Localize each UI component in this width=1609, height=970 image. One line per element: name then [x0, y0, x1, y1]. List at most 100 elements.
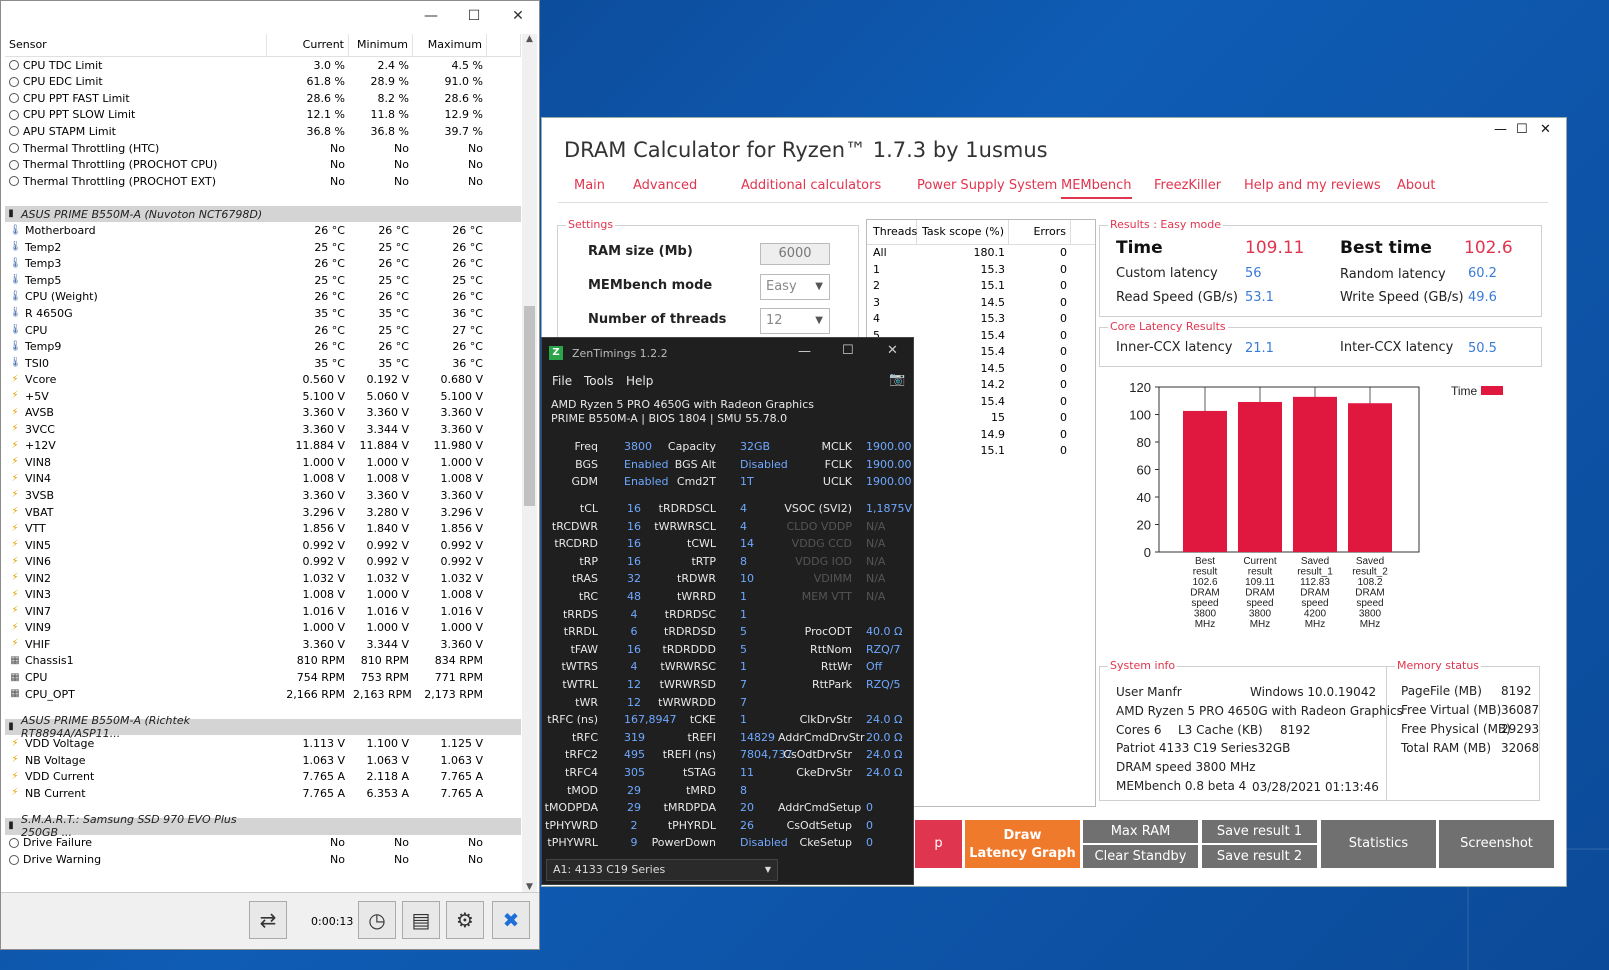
sensor-row[interactable]: ▦ CPU_OPT 2,166 RPM 2,163 RPM 2,173 RPM [5, 686, 521, 703]
sensor-row[interactable]: ⚡ VDD Voltage 1.113 V 1.100 V 1.125 V [5, 735, 521, 752]
sensor-row[interactable]: ⚡ AVSB 3.360 V 3.360 V 3.360 V [5, 404, 521, 421]
close-icon[interactable]: ✕ [887, 343, 898, 358]
scroll-down-icon[interactable]: ▼ [522, 882, 537, 892]
sensor-row[interactable]: ⚡ VIN6 0.992 V 0.992 V 0.992 V [5, 553, 521, 570]
ram-size-field[interactable]: 6000 [760, 243, 830, 265]
sensor-row[interactable]: ⚡ VDD Current 7.765 A 2.118 A 7.765 A [5, 769, 521, 786]
sensor-row[interactable]: APU STAPM Limit 36.8 % 36.8 % 39.7 % [5, 123, 521, 140]
sensor-row[interactable]: 🌡 Temp9 26 °C 26 °C 26 °C [5, 338, 521, 355]
results-label: Results : Easy mode [1108, 218, 1224, 231]
clear-standby-button[interactable]: Clear Standby [1083, 845, 1198, 868]
tab-membench[interactable]: MEMbench [1061, 178, 1132, 199]
sensor-row[interactable]: 🌡 R 4650G 35 °C 35 °C 36 °C [5, 305, 521, 322]
sensor-row[interactable]: Drive Failure No No No [5, 835, 521, 852]
error-count: 0 [1060, 328, 1067, 342]
save-result-2-button[interactable]: Save result 2 [1202, 845, 1317, 868]
maximize-icon[interactable]: ☐ [842, 343, 854, 358]
sensor-row[interactable]: Thermal Throttling (PROCHOT EXT) No No No [5, 173, 521, 190]
scrollbar-thumb[interactable] [524, 306, 535, 506]
scroll-up-icon[interactable]: ▲ [522, 34, 537, 44]
y-tick-label: 100 [1129, 408, 1151, 423]
sensor-row[interactable]: ⚡ VIN8 1.000 V 1.000 V 1.000 V [5, 454, 521, 471]
clock-reset-icon[interactable]: ◷ [358, 901, 396, 939]
tab-help-reviews[interactable]: Help and my reviews [1244, 178, 1381, 193]
sensor-row[interactable]: Drive Warning No No No [5, 851, 521, 868]
save-result-1-button[interactable]: Save result 1 [1202, 820, 1317, 843]
settings-gear-icon[interactable]: ⚙ [446, 901, 484, 939]
tab-main[interactable]: Main [574, 178, 605, 193]
sensor-group-header[interactable]: ▮ S.M.A.R.T.: Samsung SSD 970 EVO Plus 25… [5, 813, 521, 839]
maximize-icon[interactable]: ☐ [459, 5, 489, 27]
close-sensors-icon[interactable]: ✖ [492, 901, 530, 939]
sensor-row[interactable]: ⚡ VTT 1.856 V 1.840 V 1.856 V [5, 520, 521, 537]
minimize-icon[interactable]: — [798, 344, 811, 359]
max-ram-button[interactable]: Max RAM [1083, 820, 1198, 843]
sensor-row[interactable]: 🌡 Temp3 26 °C 26 °C 26 °C [5, 256, 521, 273]
sensor-row[interactable]: ⚡ VIN4 1.008 V 1.008 V 1.008 V [5, 471, 521, 488]
tab-additional-calculators[interactable]: Additional calculators [741, 178, 881, 193]
sensor-row[interactable]: ⚡ +5V 5.100 V 5.060 V 5.100 V [5, 388, 521, 405]
sensor-group-header[interactable]: ▮ ASUS PRIME B550M-A (Richtek RT8894A/ASP… [5, 714, 521, 740]
sensor-row[interactable]: ⚡ VHIF 3.360 V 3.344 V 3.360 V [5, 636, 521, 653]
sensor-row[interactable]: ⚡ 3VSB 3.360 V 3.360 V 3.360 V [5, 487, 521, 504]
close-icon[interactable]: ✕ [1540, 122, 1551, 137]
sensor-row[interactable]: CPU TDC Limit 3.0 % 2.4 % 4.5 % [5, 57, 521, 74]
sensor-row[interactable]: ⚡ VIN9 1.000 V 1.000 V 1.000 V [5, 620, 521, 637]
tab-about[interactable]: About [1397, 178, 1435, 193]
sensor-row[interactable]: 🌡 CPU (Weight) 26 °C 26 °C 26 °C [5, 289, 521, 306]
sensor-row[interactable]: ⚡ 3VCC 3.360 V 3.344 V 3.360 V [5, 421, 521, 438]
sensor-row[interactable]: ⚡ VBAT 3.296 V 3.280 V 3.296 V [5, 504, 521, 521]
tab-freezkiller[interactable]: FreezKiller [1154, 178, 1221, 193]
network-icon[interactable]: ⇄ [249, 901, 287, 939]
sensor-grid[interactable]: Sensor Current Minimum Maximum CPU TDC L… [5, 34, 521, 892]
menu-tools[interactable]: Tools [584, 374, 614, 388]
membench-mode-select[interactable]: Easy ▼ [760, 274, 830, 300]
sensor-row[interactable]: 🌡 Temp2 25 °C 25 °C 26 °C [5, 239, 521, 256]
minimize-icon[interactable]: — [416, 5, 446, 27]
sensor-row[interactable]: 🌡 Motherboard 26 °C 26 °C 26 °C [5, 222, 521, 239]
sensor-row[interactable]: ⚡ VIN5 0.992 V 0.992 V 0.992 V [5, 537, 521, 554]
screenshot-button[interactable]: Screenshot [1439, 820, 1554, 868]
column-header-sensor[interactable]: Sensor [5, 34, 267, 56]
run-button[interactable]: p [915, 820, 962, 868]
sensor-row[interactable]: 🌡 Temp5 25 °C 25 °C 25 °C [5, 272, 521, 289]
minimum-value: No [394, 141, 409, 155]
camera-icon[interactable]: 📷 [889, 372, 905, 387]
sensor-row[interactable]: Thermal Throttling (PROCHOT CPU) No No No [5, 156, 521, 173]
minimize-icon[interactable]: — [1494, 122, 1507, 137]
close-icon[interactable]: ✕ [503, 5, 533, 27]
preset-select[interactable]: A1: 4133 C19 Series ▼ [546, 859, 778, 881]
sensor-row[interactable]: 🌡 CPU 26 °C 25 °C 27 °C [5, 322, 521, 339]
column-header-maximum[interactable]: Maximum [413, 34, 487, 56]
menu-help[interactable]: Help [626, 374, 653, 388]
minimum-value: 2.4 % [377, 58, 409, 72]
sensor-row[interactable]: ⚡ +12V 11.884 V 11.884 V 11.980 V [5, 438, 521, 455]
column-header-minimum[interactable]: Minimum [349, 34, 413, 56]
tab-advanced[interactable]: Advanced [633, 178, 697, 193]
sensor-row[interactable]: ▦ Chassis1 810 RPM 810 RPM 834 RPM [5, 653, 521, 670]
statistics-button[interactable]: Statistics [1321, 820, 1436, 868]
column-header-current[interactable]: Current [267, 34, 349, 56]
sensor-row[interactable]: ⚡ NB Current 7.765 A 6.353 A 7.765 A [5, 785, 521, 802]
sensor-row[interactable]: ⚡ VIN3 1.008 V 1.000 V 1.008 V [5, 587, 521, 604]
sensor-group-header[interactable]: ▮ ASUS PRIME B550M-A (Nuvoton NCT6798D) [5, 205, 521, 223]
threads-count-select[interactable]: 12 ▼ [760, 308, 830, 334]
sensor-row[interactable]: CPU EDC Limit 61.8 % 28.9 % 91.0 % [5, 74, 521, 91]
sensor-name-cell: ⚡ +12V [5, 439, 267, 452]
sensor-row[interactable]: ⚡ NB Voltage 1.063 V 1.063 V 1.063 V [5, 752, 521, 769]
sensor-row[interactable]: 🌡 TSI0 35 °C 35 °C 36 °C [5, 355, 521, 372]
sensor-row[interactable]: ⚡ VIN2 1.032 V 1.032 V 1.032 V [5, 570, 521, 587]
sensor-row[interactable]: ⚡ Vcore 0.560 V 0.192 V 0.680 V [5, 371, 521, 388]
draw-latency-graph-button[interactable]: Draw Latency Graph [965, 820, 1080, 868]
log-file-icon[interactable]: ▤ [402, 901, 440, 939]
sensor-row[interactable]: CPU PPT FAST Limit 28.6 % 8.2 % 28.6 % [5, 90, 521, 107]
sensor-row[interactable]: ⚡ VIN7 1.016 V 1.016 V 1.016 V [5, 603, 521, 620]
settings-label: Settings [566, 218, 616, 231]
menu-file[interactable]: File [552, 374, 572, 388]
sensor-row[interactable]: ▦ CPU 754 RPM 753 RPM 771 RPM [5, 669, 521, 686]
sensor-scrollbar[interactable]: ▲ ▼ [522, 34, 537, 892]
tab-power-supply-system[interactable]: Power Supply System [917, 178, 1057, 193]
maximize-icon[interactable]: ☐ [1516, 122, 1528, 137]
sensor-row[interactable]: CPU PPT SLOW Limit 12.1 % 11.8 % 12.9 % [5, 107, 521, 124]
sensor-row[interactable]: Thermal Throttling (HTC) No No No [5, 140, 521, 157]
